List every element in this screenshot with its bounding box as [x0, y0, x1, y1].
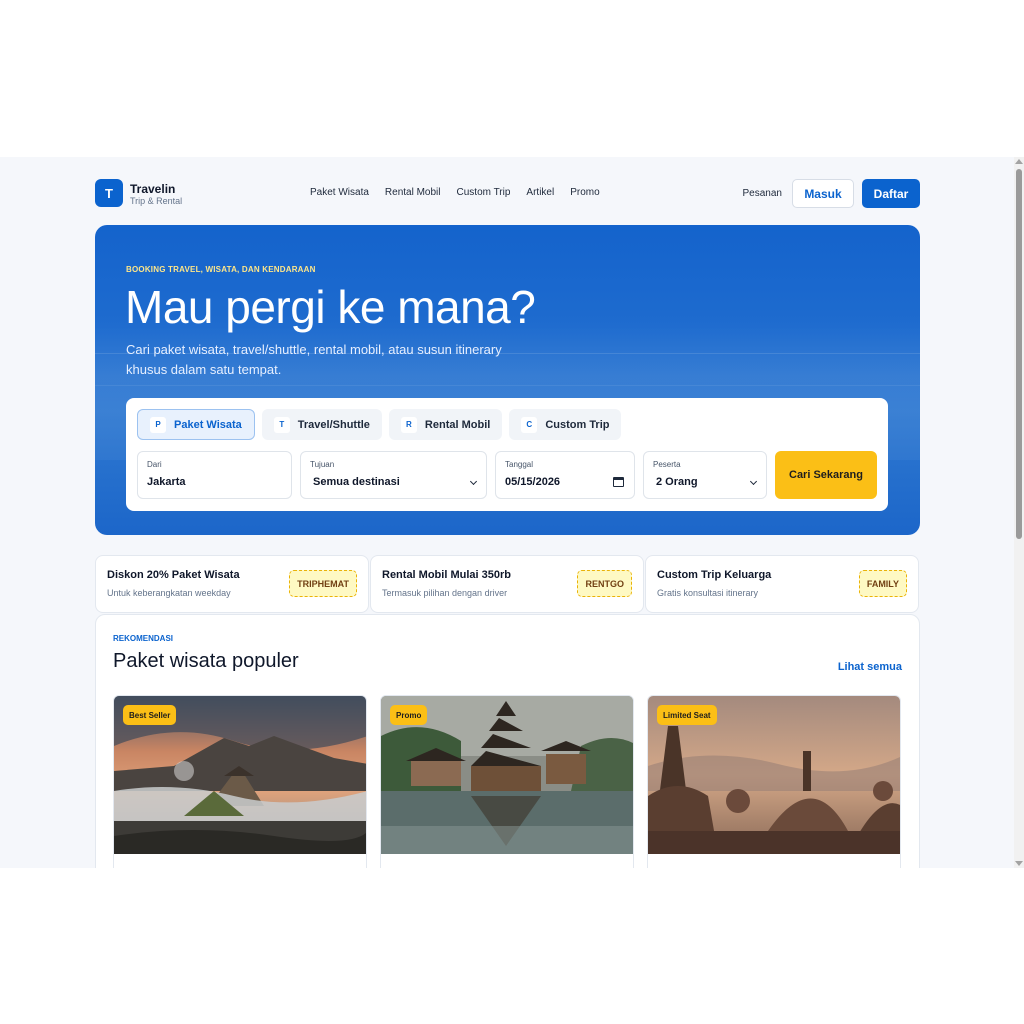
- from-field[interactable]: Dari Jakarta: [137, 451, 292, 499]
- promo-card[interactable]: Diskon 20% Paket Wisata Untuk keberangka…: [95, 555, 369, 613]
- promo-card[interactable]: Rental Mobil Mulai 350rb Termasuk piliha…: [370, 555, 644, 613]
- page-scrollbar[interactable]: [1014, 157, 1024, 868]
- package-card[interactable]: Best Seller: [113, 695, 367, 868]
- browser-viewport: T Travelin Trip & Rental Paket Wisata Re…: [0, 157, 1024, 868]
- search-submit-button[interactable]: Cari Sekarang: [775, 451, 877, 499]
- hero-wave-line: [95, 385, 920, 386]
- promo-title: Custom Trip Keluarga: [657, 569, 772, 581]
- promo-title: Diskon 20% Paket Wisata: [107, 569, 240, 581]
- main-nav: Paket Wisata Rental Mobil Custom Trip Ar…: [310, 187, 600, 198]
- hero-banner: BOOKING TRAVEL, WISATA, DAN KENDARAAN Ma…: [95, 225, 920, 535]
- tab-custom-trip[interactable]: C Custom Trip: [509, 409, 622, 440]
- hero-subtitle: Cari paket wisata, travel/shuttle, renta…: [126, 342, 502, 377]
- nav-item-custom-trip[interactable]: Custom Trip: [457, 187, 511, 198]
- tab-travel-shuttle[interactable]: T Travel/Shuttle: [261, 409, 382, 440]
- promo-subtitle: Termasuk pilihan dengan driver: [382, 588, 508, 598]
- promo-subtitle: Untuk keberangkatan weekday: [107, 588, 231, 598]
- nav-item-rental-mobil[interactable]: Rental Mobil: [385, 187, 441, 198]
- site-header: T Travelin Trip & Rental Paket Wisata Re…: [95, 179, 920, 209]
- see-all-link[interactable]: Lihat semua: [838, 661, 902, 673]
- from-value: Jakarta: [147, 476, 186, 488]
- tab-label: Custom Trip: [545, 418, 610, 431]
- promo-card[interactable]: Custom Trip Keluarga Gratis konsultasi i…: [645, 555, 919, 613]
- brand-tagline: Trip & Rental: [130, 196, 183, 206]
- participants-value: 2 Orang: [656, 476, 698, 488]
- section-eyebrow: REKOMENDASI: [113, 634, 174, 643]
- header-actions: Pesanan Masuk Daftar: [743, 179, 920, 208]
- orders-link[interactable]: Pesanan: [743, 188, 782, 199]
- chevron-down-icon: [469, 477, 478, 486]
- register-button[interactable]: Daftar: [862, 179, 920, 208]
- section-title: Paket wisata populer: [113, 650, 299, 672]
- nav-item-promo[interactable]: Promo: [570, 187, 599, 198]
- hero-title: Mau pergi ke mana?: [125, 281, 536, 333]
- nav-item-paket-wisata[interactable]: Paket Wisata: [310, 187, 369, 198]
- package-card[interactable]: Limited Seat: [647, 695, 901, 868]
- tab-label: Travel/Shuttle: [297, 418, 370, 431]
- tab-rental-mobil[interactable]: R Rental Mobil: [388, 409, 503, 440]
- search-card: P Paket Wisata T Travel/Shuttle R Rental…: [126, 398, 888, 511]
- package-card[interactable]: Promo: [380, 695, 634, 868]
- nav-item-artikel[interactable]: Artikel: [526, 187, 554, 198]
- scroll-up-icon[interactable]: [1015, 159, 1023, 164]
- scrollbar-thumb[interactable]: [1016, 169, 1022, 539]
- destination-label: Tujuan: [310, 460, 335, 469]
- brand-name[interactable]: Travelin: [130, 182, 175, 196]
- promo-code-badge[interactable]: RENTGO: [577, 570, 632, 597]
- search-tabs: P Paket Wisata T Travel/Shuttle R Rental…: [137, 409, 622, 440]
- tab-paket-wisata[interactable]: P Paket Wisata: [137, 409, 255, 440]
- promo-subtitle: Gratis konsultasi itinerary: [657, 588, 759, 598]
- date-label: Tanggal: [505, 460, 534, 469]
- hero-eyebrow: BOOKING TRAVEL, WISATA, DAN KENDARAAN: [126, 265, 316, 274]
- participants-select[interactable]: Peserta 2 Orang: [643, 451, 767, 499]
- scroll-down-icon[interactable]: [1015, 861, 1023, 866]
- logo-icon[interactable]: T: [95, 179, 123, 207]
- destination-select[interactable]: Tujuan Semua destinasi: [300, 451, 487, 499]
- calendar-icon[interactable]: [613, 477, 624, 487]
- date-value: 05/15/2026: [505, 476, 561, 488]
- chevron-down-icon: [749, 477, 758, 486]
- p-icon: P: [150, 416, 166, 433]
- r-icon: R: [400, 416, 417, 433]
- promo-code-badge[interactable]: TRIPHEMAT: [289, 570, 357, 597]
- promo-code-badge[interactable]: FAMILY: [858, 570, 907, 597]
- login-button[interactable]: Masuk: [792, 179, 854, 208]
- recommendation-section: REKOMENDASI Paket wisata populer Lihat s…: [95, 614, 920, 868]
- card-badge: Promo: [390, 705, 428, 725]
- promo-title: Rental Mobil Mulai 350rb: [382, 569, 511, 581]
- card-badge: Best Seller: [123, 705, 177, 725]
- tab-label: Rental Mobil: [424, 418, 491, 431]
- date-input[interactable]: Tanggal 05/15/2026: [495, 451, 635, 499]
- participants-label: Peserta: [653, 460, 681, 469]
- tab-label: Paket Wisata: [174, 418, 242, 431]
- destination-value: Semua destinasi: [313, 476, 400, 488]
- c-icon: C: [521, 416, 538, 433]
- from-label: Dari: [147, 460, 162, 469]
- card-badge: Limited Seat: [657, 705, 717, 725]
- t-icon: T: [273, 416, 290, 433]
